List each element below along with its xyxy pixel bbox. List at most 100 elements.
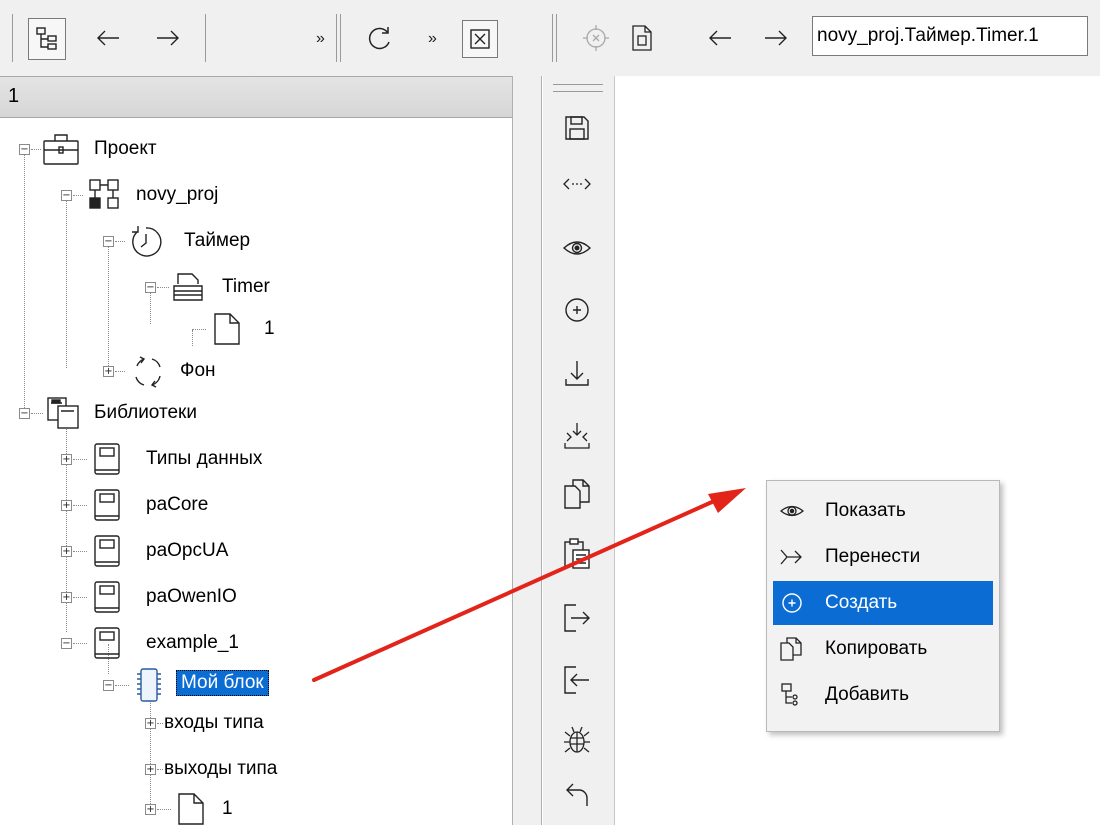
bug-icon [564, 726, 590, 753]
menu-item-create[interactable]: Создать [773, 581, 993, 625]
tree-connector [73, 597, 87, 598]
toolbar-back-button[interactable] [90, 18, 126, 58]
expand-toggle[interactable]: + [61, 592, 72, 603]
paste-button[interactable] [557, 534, 597, 574]
import-into-button[interactable] [557, 660, 597, 700]
copy-icon [564, 479, 590, 509]
tree-item-inputs[interactable]: + входы типа [0, 704, 300, 744]
tree-item-example-1[interactable]: − example_1 [0, 624, 300, 664]
tree-connector [73, 551, 87, 552]
expand-toggle[interactable]: + [145, 718, 156, 729]
collapse-toggle[interactable]: − [61, 190, 72, 201]
tree-item-timer-folder[interactable]: − Таймер [0, 222, 300, 262]
panel-splitter[interactable] [512, 76, 542, 825]
view-button[interactable] [557, 228, 597, 268]
tree-item-paopcua[interactable]: + paOpcUA [0, 532, 300, 572]
menu-item-label: Показать [825, 500, 906, 521]
tree-item-my-block[interactable]: − Мой блок [0, 664, 320, 704]
add-node-icon [781, 683, 798, 706]
expand-toggle[interactable]: + [145, 764, 156, 775]
document-button[interactable] [624, 18, 660, 58]
project-briefcase-icon [43, 134, 79, 165]
debug-button[interactable] [557, 720, 597, 760]
menu-item-move[interactable]: Перенести [773, 535, 993, 579]
tree-connector [73, 643, 87, 644]
export-icon [564, 604, 590, 632]
import-button[interactable] [557, 416, 597, 456]
add-button[interactable] [557, 290, 597, 330]
path-forward-button[interactable] [758, 18, 794, 58]
context-menu: Показать Перенести Создать Копировать До… [766, 480, 1000, 732]
tree-column-header[interactable]: 1 [0, 76, 512, 118]
export-button[interactable] [557, 598, 597, 638]
tree-item-label: Проект [94, 138, 157, 159]
expand-toggle[interactable]: + [61, 454, 72, 465]
tree-item-project[interactable]: − Проект [0, 130, 300, 170]
save-button[interactable] [557, 108, 597, 148]
tree-item-data-types[interactable]: + Типы данных [0, 440, 300, 480]
toolbar-grip[interactable] [553, 84, 603, 92]
collapse-toggle[interactable]: − [61, 638, 72, 649]
tree-item-label: novy_proj [136, 184, 219, 205]
main-toolbar: » » novy_proj.Таймер.Timer.1 [0, 0, 1100, 76]
toolbar-overflow-chevron[interactable]: » [428, 30, 437, 48]
download-button[interactable] [557, 354, 597, 394]
collapse-toggle[interactable]: − [19, 144, 30, 155]
eye-icon [779, 505, 805, 517]
path-back-button[interactable] [702, 18, 738, 58]
expand-toggle[interactable]: + [61, 546, 72, 557]
toolbar-overflow-chevron[interactable]: » [316, 30, 325, 48]
tree-view-button[interactable] [28, 18, 66, 60]
tree-item-outputs[interactable]: + выходы типа [0, 750, 300, 790]
toolbar-forward-button[interactable] [150, 18, 186, 58]
refresh-icon [368, 27, 390, 50]
tree-connector [115, 371, 125, 372]
tree-item-novy-proj[interactable]: − novy_proj [0, 176, 300, 216]
tree-item-pacore[interactable]: + paCore [0, 486, 300, 526]
menu-item-show[interactable]: Показать [773, 489, 993, 533]
expand-toggle[interactable]: + [145, 804, 156, 815]
swap-button[interactable] [557, 164, 597, 204]
tree-item-label: 1 [264, 318, 275, 339]
path-input[interactable]: novy_proj.Таймер.Timer.1 [812, 16, 1088, 56]
undo-icon [566, 783, 588, 806]
collapse-toggle[interactable]: − [103, 236, 114, 247]
undo-button[interactable] [557, 774, 597, 814]
tree-item-label: example_1 [146, 632, 239, 653]
tree-item-background[interactable]: + Фон [0, 352, 300, 392]
tree-item-paowenio[interactable]: + paOwenIO [0, 578, 300, 618]
forward-arrow-icon [157, 30, 179, 46]
tree-item-libraries[interactable]: − Библиотеки [0, 394, 300, 434]
tree-connector [115, 241, 125, 242]
cycle-arrows-icon [135, 356, 161, 388]
tree-item-block-instance-1[interactable]: + 1 [0, 790, 300, 830]
network-nodes-icon [89, 179, 119, 209]
copy-button[interactable] [557, 474, 597, 514]
tree-item-label: Таймер [184, 230, 251, 251]
tree-item-instance-1[interactable]: 1 [0, 310, 300, 350]
copy-icon [780, 637, 802, 661]
tree-item-label: Библиотеки [94, 402, 197, 423]
toolbar-grip [552, 14, 557, 62]
close-box-button[interactable] [462, 20, 498, 58]
back-arrow-icon [97, 30, 119, 46]
menu-item-add[interactable]: Добавить [773, 673, 993, 717]
collapse-toggle[interactable]: − [145, 282, 156, 293]
refresh-button[interactable] [362, 18, 398, 58]
back-arrow-icon [709, 30, 731, 46]
expand-toggle[interactable]: + [103, 366, 114, 377]
tree-item-timer[interactable]: − Timer [0, 268, 300, 308]
tree-item-label: входы типа [164, 712, 264, 733]
tree-item-label: Мой блок [176, 670, 269, 696]
target-button[interactable] [578, 18, 614, 58]
tree-connector [31, 149, 41, 150]
add-circle-icon [782, 593, 802, 613]
tree-item-label: paCore [146, 494, 209, 515]
collapse-toggle[interactable]: − [103, 680, 114, 691]
menu-item-copy[interactable]: Копировать [773, 627, 993, 671]
swap-arrows-icon [563, 178, 591, 190]
tree-connector [157, 769, 163, 770]
close-box-icon [470, 29, 490, 49]
collapse-toggle[interactable]: − [19, 408, 30, 419]
expand-toggle[interactable]: + [61, 500, 72, 511]
